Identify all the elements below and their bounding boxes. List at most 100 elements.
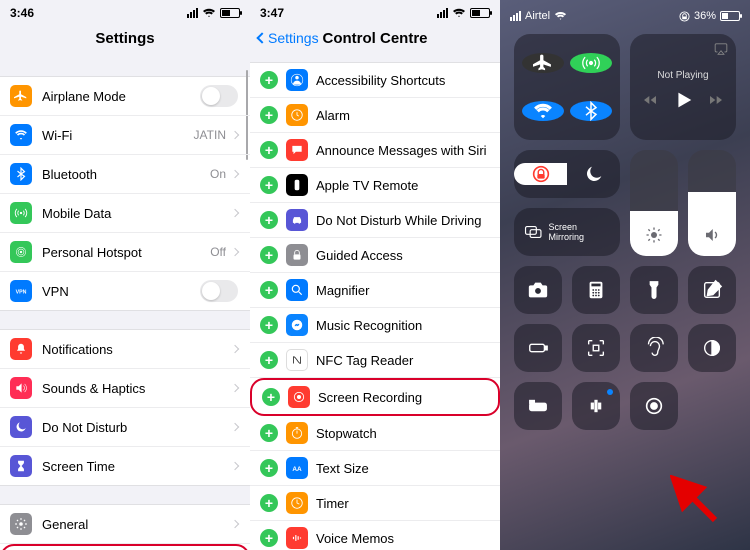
battery-icon	[220, 8, 240, 18]
volume-slider[interactable]	[688, 150, 736, 256]
settings-row-vpn[interactable]: VPNVPN	[0, 272, 250, 310]
control-row-do-not-disturb-while-driving[interactable]: +Do Not Disturb While Driving	[250, 203, 500, 238]
settings-row-screen-time[interactable]: Screen Time	[0, 447, 250, 485]
row-label: Apple TV Remote	[316, 178, 488, 193]
screen-mirroring-button[interactable]: Screen Mirroring	[514, 208, 620, 256]
chevron-right-icon	[231, 462, 239, 470]
control-row-text-size[interactable]: +AAText Size	[250, 451, 500, 486]
status-bar: 3:46	[0, 0, 250, 22]
back-button[interactable]: Settings	[258, 30, 319, 46]
add-button[interactable]: +	[260, 71, 278, 89]
media-tile[interactable]: Not Playing	[630, 34, 736, 140]
play-icon[interactable]	[672, 89, 694, 111]
row-label: Guided Access	[316, 248, 488, 263]
control-row-timer[interactable]: +Timer	[250, 486, 500, 521]
add-button[interactable]: +	[260, 246, 278, 264]
settings-row-control-centre[interactable]: Control Centre	[0, 544, 250, 550]
dark-mode-button[interactable]	[688, 324, 736, 372]
clock: 3:46	[10, 6, 34, 20]
add-button[interactable]: +	[260, 176, 278, 194]
prev-track-icon[interactable]	[642, 92, 658, 108]
settings-row-wi-fi[interactable]: Wi-FiJATIN	[0, 116, 250, 155]
settings-row-sounds-haptics[interactable]: Sounds & Haptics	[0, 369, 250, 408]
moon-icon	[10, 416, 32, 438]
settings-row-mobile-data[interactable]: Mobile Data	[0, 194, 250, 233]
calculator-button[interactable]	[572, 266, 620, 314]
control-row-alarm[interactable]: +Alarm	[250, 98, 500, 133]
airplane-icon	[10, 85, 32, 107]
wifi-button[interactable]	[522, 101, 564, 121]
qr-scanner-button[interactable]	[572, 324, 620, 372]
flashlight-button[interactable]	[630, 266, 678, 314]
add-button[interactable]: +	[260, 211, 278, 229]
settings-row-bluetooth[interactable]: BluetoothOn	[0, 155, 250, 194]
status-bar: 3:47	[250, 0, 500, 22]
add-button[interactable]: +	[260, 529, 278, 547]
connectivity-tile[interactable]	[514, 34, 620, 140]
svg-text:VPN: VPN	[16, 289, 27, 295]
do-not-disturb-button[interactable]	[567, 163, 620, 185]
sleep-button[interactable]	[514, 382, 562, 430]
row-label: Accessibility Shortcuts	[316, 73, 488, 88]
camera-button[interactable]	[514, 266, 562, 314]
hourglass-icon	[10, 455, 32, 477]
add-button[interactable]: +	[260, 351, 278, 369]
settings-group-notifications: NotificationsSounds & HapticsDo Not Dist…	[0, 329, 250, 486]
page-title: Settings	[95, 30, 154, 47]
control-row-screen-recording[interactable]: +Screen Recording	[250, 378, 500, 416]
battery-icon	[470, 8, 490, 18]
control-row-magnifier[interactable]: + Magnifier	[250, 273, 500, 308]
settings-row-airplane-mode[interactable]: Airplane Mode	[0, 77, 250, 116]
add-button[interactable]: +	[260, 424, 278, 442]
control-row-accessibility-shortcuts[interactable]: + Accessibility Shortcuts	[250, 63, 500, 98]
add-button[interactable]: +	[260, 494, 278, 512]
control-centre-settings-panel: 3:47 Settings Control Centre +Accessibil…	[250, 0, 500, 550]
wifi-icon	[10, 124, 32, 146]
shazam-button[interactable]	[572, 382, 620, 430]
antenna-icon	[10, 202, 32, 224]
add-button[interactable]: +	[262, 388, 280, 406]
settings-row-general[interactable]: General	[0, 505, 250, 544]
screen-record-button[interactable]	[630, 382, 678, 430]
add-button[interactable]: +	[260, 141, 278, 159]
control-row-music-recognition[interactable]: +Music Recognition	[250, 308, 500, 343]
control-row-voice-memos[interactable]: +Voice Memos	[250, 521, 500, 550]
next-track-icon[interactable]	[708, 92, 724, 108]
low-power-button[interactable]	[514, 324, 562, 372]
shazam-icon	[286, 314, 308, 336]
aa-icon: AA	[286, 457, 308, 479]
settings-row-do-not-disturb[interactable]: Do Not Disturb	[0, 408, 250, 447]
row-detail: JATIN	[194, 128, 226, 142]
add-button[interactable]: +	[260, 316, 278, 334]
control-row-apple-tv-remote[interactable]: + Apple TV Remote	[250, 168, 500, 203]
orientation-lock-button[interactable]	[514, 163, 567, 185]
airplay-icon[interactable]	[714, 42, 728, 56]
row-label: Magnifier	[316, 283, 488, 298]
toggle-switch[interactable]	[200, 280, 238, 302]
add-button[interactable]: +	[260, 459, 278, 477]
control-row-nfc-tag-reader[interactable]: +NFC Tag Reader	[250, 343, 500, 378]
add-button[interactable]: +	[260, 106, 278, 124]
control-row-stopwatch[interactable]: +Stopwatch	[250, 416, 500, 451]
notes-button[interactable]	[688, 266, 736, 314]
add-button[interactable]: +	[260, 281, 278, 299]
wifi-icon	[452, 8, 466, 18]
hearing-button[interactable]	[630, 324, 678, 372]
settings-group-general: GeneralControl CentreAADisplay & Brightn…	[0, 504, 250, 550]
controls-row-2	[514, 324, 736, 372]
row-detail: On	[210, 167, 226, 181]
brightness-slider[interactable]	[630, 150, 678, 256]
hotspot-icon	[10, 241, 32, 263]
control-row-announce-messages-with-siri[interactable]: +Announce Messages with Siri	[250, 133, 500, 168]
controls-row-1	[514, 266, 736, 314]
settings-row-notifications[interactable]: Notifications	[0, 330, 250, 369]
toggle-switch[interactable]	[200, 85, 238, 107]
search-icon	[286, 279, 308, 301]
carrier-label: Airtel	[525, 10, 550, 22]
settings-row-personal-hotspot[interactable]: Personal HotspotOff	[0, 233, 250, 272]
cellular-data-button[interactable]	[570, 53, 612, 73]
bluetooth-button[interactable]	[570, 101, 612, 121]
airplane-mode-button[interactable]	[522, 53, 564, 73]
control-row-guided-access[interactable]: + Guided Access	[250, 238, 500, 273]
settings-group-connectivity: Airplane ModeWi-FiJATINBluetoothOnMobile…	[0, 76, 250, 311]
